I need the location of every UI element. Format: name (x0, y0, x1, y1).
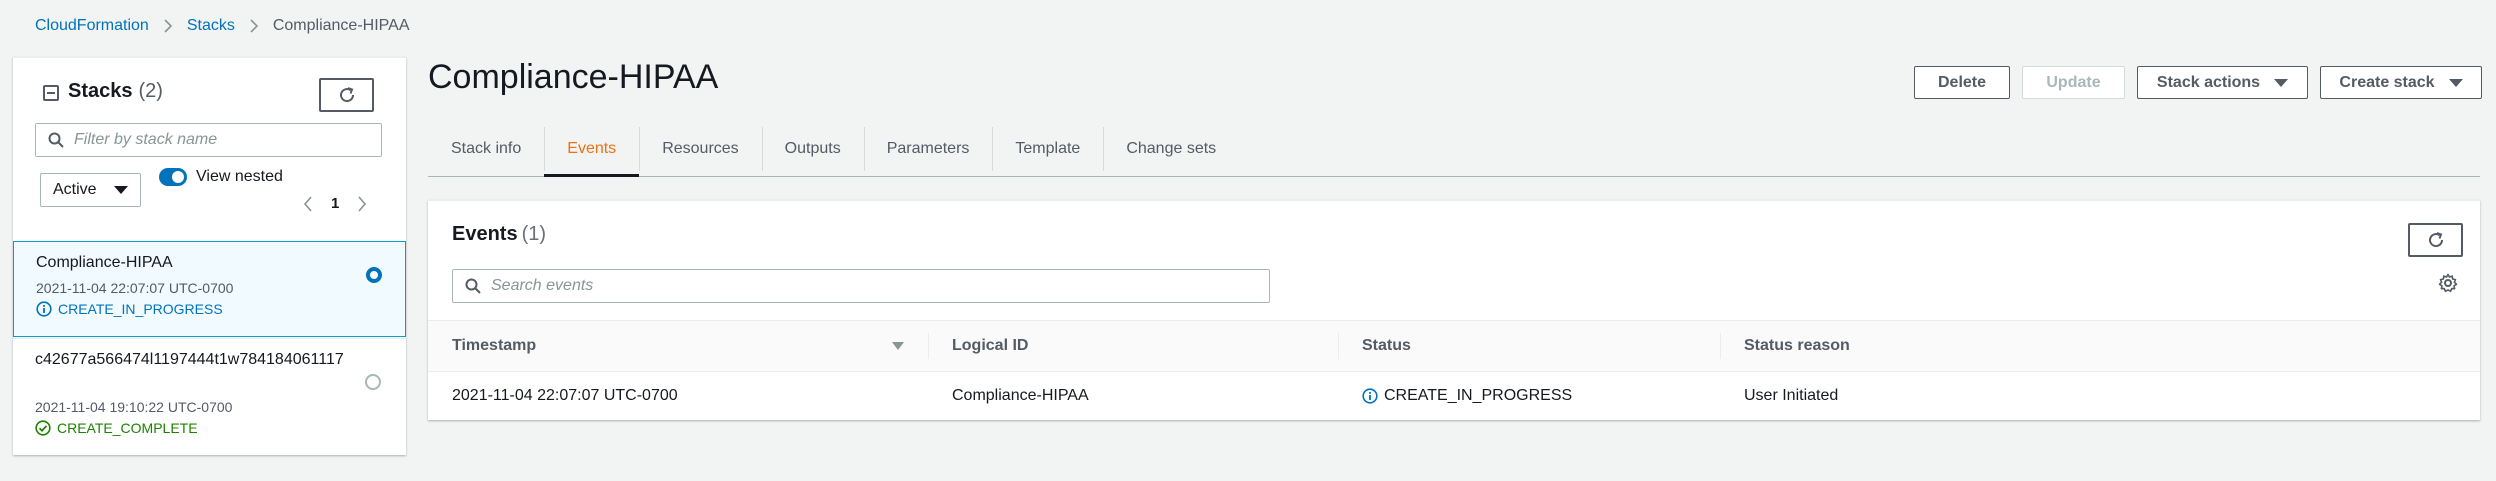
delete-button[interactable]: Delete (1914, 66, 2010, 99)
events-container: Events(1) Timestamp Logical ID Status (428, 200, 2480, 420)
sort-caret-down-icon[interactable] (892, 342, 904, 350)
update-button[interactable]: Update (2022, 66, 2125, 99)
event-status-text: CREATE_IN_PROGRESS (1384, 387, 1573, 404)
current-page[interactable]: 1 (331, 195, 339, 212)
breadcrumb: CloudFormation Stacks Compliance-HIPAA (35, 14, 409, 38)
events-title: Events (1) (452, 223, 546, 246)
info-icon (1362, 388, 1378, 404)
column-header-label: Logical ID (952, 337, 1029, 354)
table-row: 2021-11-04 22:07:07 UTC-0700 Compliance-… (428, 372, 2480, 420)
stack-filter-input[interactable] (74, 131, 354, 149)
column-header-logical-id: Logical ID (928, 321, 1338, 371)
column-header-timestamp[interactable]: Timestamp (428, 321, 928, 371)
stack-actions-label: Stack actions (2156, 73, 2261, 91)
tab-events[interactable]: Events (544, 122, 640, 177)
events-search-field[interactable] (452, 269, 1270, 303)
stacks-panel: Stacks(2) Active View nested 1 Complianc… (13, 57, 406, 455)
view-nested-toggle[interactable] (159, 168, 187, 186)
stack-actions-button[interactable]: Stack actions (2137, 66, 2308, 99)
tab-outputs[interactable]: Outputs (761, 122, 864, 176)
stack-list-item[interactable]: c42677a566474l1197444t1w784184061117 202… (13, 338, 406, 452)
table-header: Timestamp Logical ID Status Status reaso… (428, 320, 2480, 372)
search-icon (465, 278, 481, 294)
column-header-label: Status reason (1744, 337, 1850, 354)
create-stack-label: Create stack (2339, 73, 2435, 91)
column-header-label: Timestamp (452, 337, 537, 354)
stack-name: c42677a566474l1197444t1w784184061117 (35, 351, 344, 368)
stacks-count: (2) (138, 80, 163, 102)
stack-status: CREATE_COMPLETE (35, 420, 198, 436)
events-table: Timestamp Logical ID Status Status reaso… (428, 320, 2480, 420)
event-timestamp: 2021-11-04 22:07:07 UTC-0700 (452, 387, 678, 404)
delete-button-label: Delete (1937, 73, 1987, 91)
events-refresh-button[interactable] (2408, 223, 2463, 257)
stack-status-text: CREATE_IN_PROGRESS (58, 301, 223, 317)
status-filter-select[interactable]: Active (40, 173, 141, 207)
stacks-title-label: Stacks (68, 80, 133, 102)
tab-stack-info[interactable]: Stack info (428, 122, 544, 176)
stack-name: Compliance-HIPAA (36, 254, 173, 271)
stack-radio[interactable] (365, 374, 381, 390)
events-search-input[interactable] (491, 277, 771, 295)
breadcrumb-current: Compliance-HIPAA (272, 17, 410, 34)
events-title-label: Events (452, 223, 518, 245)
info-icon (36, 301, 52, 317)
gear-icon[interactable] (2438, 273, 2458, 293)
update-button-label: Update (2046, 73, 2101, 91)
caret-down-icon (114, 186, 128, 194)
stack-status: CREATE_IN_PROGRESS (36, 301, 223, 317)
chevron-right-icon (249, 19, 259, 33)
tab-parameters[interactable]: Parameters (863, 122, 993, 176)
page-title: Compliance-HIPAA (428, 58, 719, 96)
column-header-label: Status (1362, 337, 1411, 354)
refresh-icon (338, 86, 356, 104)
breadcrumb-cloudformation[interactable]: CloudFormation (35, 17, 149, 35)
refresh-icon (2427, 231, 2445, 249)
event-status-reason: User Initiated (1744, 387, 1839, 404)
column-header-status-reason: Status reason (1720, 321, 2480, 371)
tab-resources[interactable]: Resources (639, 122, 761, 176)
events-count: (1) (521, 223, 547, 245)
chevron-right-icon[interactable] (357, 195, 367, 212)
stack-radio[interactable] (366, 267, 382, 283)
chevron-right-icon (163, 19, 173, 33)
stacks-refresh-button[interactable] (319, 78, 374, 112)
stack-status-text: CREATE_COMPLETE (57, 420, 198, 436)
stack-timestamp: 2021-11-04 22:07:07 UTC-0700 (36, 280, 234, 296)
create-stack-button[interactable]: Create stack (2320, 66, 2482, 99)
stack-list-item[interactable]: Compliance-HIPAA 2021-11-04 22:07:07 UTC… (13, 241, 406, 337)
search-icon (48, 132, 64, 148)
breadcrumb-stacks[interactable]: Stacks (187, 17, 235, 35)
tab-change-sets[interactable]: Change sets (1103, 122, 1239, 176)
stacks-panel-title: Stacks (2) (68, 80, 163, 103)
stack-detail-tabs: Stack info Events Resources Outputs Para… (428, 122, 2480, 177)
view-nested-label: View nested (196, 168, 283, 185)
caret-down-icon (2448, 78, 2463, 87)
column-header-status: Status (1338, 321, 1720, 371)
event-logical-id: Compliance-HIPAA (952, 387, 1089, 404)
stack-filter-field[interactable] (35, 123, 382, 157)
collapse-icon[interactable] (43, 85, 59, 101)
stack-timestamp: 2021-11-04 19:10:22 UTC-0700 (35, 399, 233, 415)
event-status: CREATE_IN_PROGRESS (1338, 372, 1720, 420)
stacks-pagination: 1 (303, 195, 367, 212)
tab-template[interactable]: Template (992, 122, 1103, 176)
chevron-left-icon[interactable] (303, 195, 313, 212)
check-circle-icon (35, 420, 51, 436)
status-filter-value: Active (53, 181, 97, 198)
caret-down-icon (2274, 78, 2289, 87)
